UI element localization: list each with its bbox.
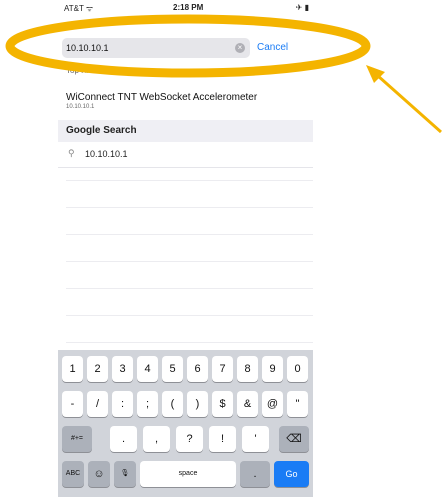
key-open-paren[interactable]: (: [162, 391, 183, 417]
key-8[interactable]: 8: [237, 356, 258, 382]
key-colon[interactable]: :: [112, 391, 133, 417]
key-3[interactable]: 3: [112, 356, 133, 382]
key-comma[interactable]: ,: [143, 426, 170, 452]
top-hit-header: Top Hit: [66, 66, 91, 75]
key-slash[interactable]: /: [87, 391, 108, 417]
key-7[interactable]: 7: [212, 356, 233, 382]
clock: 2:18 PM: [173, 3, 204, 12]
carrier-label: AT&T ᯤ: [64, 4, 94, 13]
key-exclamation[interactable]: !: [209, 426, 236, 452]
key-5[interactable]: 5: [162, 356, 183, 382]
divider: [66, 288, 313, 289]
divider: [66, 207, 313, 208]
symbols-key[interactable]: #+=: [62, 426, 92, 452]
emoji-icon[interactable]: ☺: [88, 461, 110, 487]
clear-icon[interactable]: ×: [235, 43, 245, 53]
battery-icon: ✈ ▮: [295, 3, 309, 12]
key-semicolon[interactable]: ;: [137, 391, 158, 417]
google-search-header: Google Search: [58, 120, 313, 142]
divider: [66, 261, 313, 262]
address-input[interactable]: [66, 40, 226, 56]
space-key[interactable]: space: [140, 461, 236, 487]
key-0[interactable]: 0: [287, 356, 308, 382]
keyboard: 1 2 3 4 5 6 7 8 9 0 - / : ; ( ) $ & @ " …: [58, 350, 313, 497]
backspace-icon[interactable]: ⌫: [279, 426, 309, 452]
google-search-item[interactable]: ⚲ 10.10.10.1: [58, 143, 313, 168]
annotation-arrow-line: [377, 74, 442, 134]
annotation-arrow-head: [366, 65, 385, 83]
key-ampersand[interactable]: &: [237, 391, 258, 417]
microphone-icon[interactable]: 🎙: [114, 461, 136, 487]
status-bar: AT&T ᯤ 2:18 PM ✈ ▮: [58, 0, 313, 16]
address-field[interactable]: ×: [62, 38, 250, 58]
key-dot[interactable]: .: [240, 461, 270, 487]
key-9[interactable]: 9: [262, 356, 283, 382]
divider: [66, 342, 313, 343]
key-1[interactable]: 1: [62, 356, 83, 382]
key-apostrophe[interactable]: ': [242, 426, 269, 452]
key-question[interactable]: ?: [176, 426, 203, 452]
google-search-query: 10.10.10.1: [85, 149, 128, 159]
key-period[interactable]: .: [110, 426, 137, 452]
key-2[interactable]: 2: [87, 356, 108, 382]
key-6[interactable]: 6: [187, 356, 208, 382]
key-quote[interactable]: ": [287, 391, 308, 417]
suggestion-url: 10.10.10.1: [66, 104, 95, 110]
divider: [66, 180, 313, 181]
cancel-button[interactable]: Cancel: [257, 42, 288, 53]
suggestion-item[interactable]: WiConnect TNT WebSocket Accelerometer 10…: [58, 92, 313, 118]
suggestion-title: WiConnect TNT WebSocket Accelerometer: [66, 92, 258, 103]
phone-screen: AT&T ᯤ 2:18 PM ✈ ▮ × Cancel Top Hit WiCo…: [58, 0, 313, 497]
search-row: × Cancel: [58, 36, 313, 60]
key-at[interactable]: @: [262, 391, 283, 417]
key-hyphen[interactable]: -: [62, 391, 83, 417]
divider: [66, 234, 313, 235]
search-icon: ⚲: [68, 148, 75, 158]
go-button[interactable]: Go: [274, 461, 309, 487]
key-close-paren[interactable]: ): [187, 391, 208, 417]
key-4[interactable]: 4: [137, 356, 158, 382]
abc-key[interactable]: ABC: [62, 461, 84, 487]
divider: [66, 315, 313, 316]
key-dollar[interactable]: $: [212, 391, 233, 417]
